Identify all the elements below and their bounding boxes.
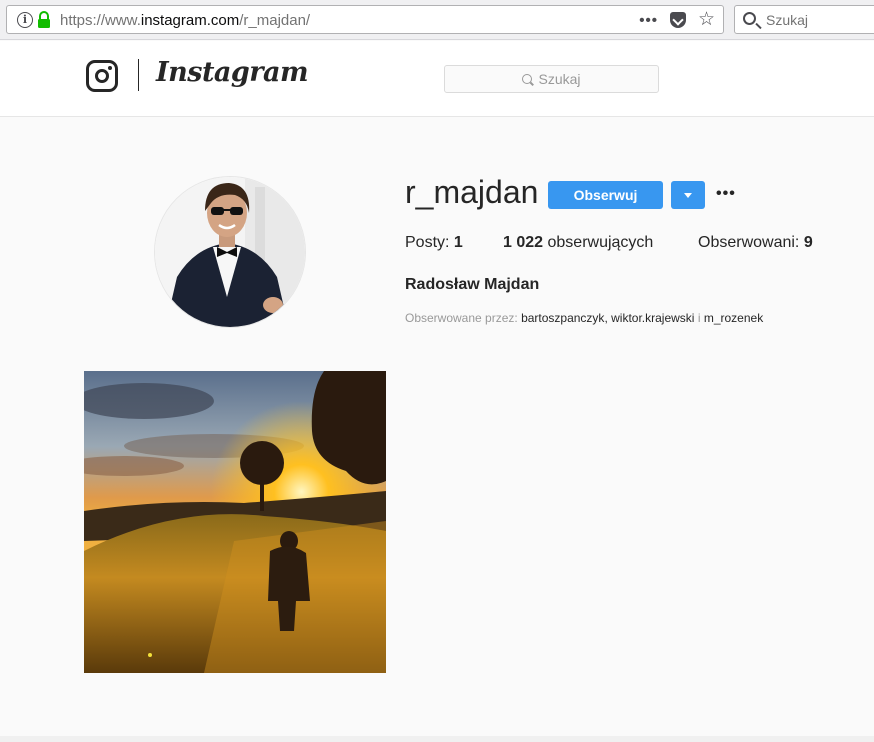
followed-by-user-link[interactable]: m_rozenek [704, 311, 763, 325]
lock-icon [38, 11, 50, 28]
instagram-search-input[interactable]: Szukaj [444, 65, 659, 93]
posts-count: 1 [453, 234, 463, 251]
profile-avatar[interactable] [154, 176, 306, 328]
address-bar[interactable]: i https://www.instagram.com/r_majdan/ ••… [6, 5, 724, 34]
avatar-photo [155, 177, 305, 327]
followed-by-user-link[interactable]: wiktor.krajewski [611, 311, 694, 325]
following-count: 9 [803, 234, 813, 251]
instagram-header: Instagram Szukaj [0, 41, 874, 117]
more-dots-icon[interactable]: ••• [639, 12, 658, 29]
more-options-icon[interactable]: ••• [716, 185, 736, 203]
stat-following[interactable]: Obserwowani: 9 [698, 234, 813, 252]
profile-full-name: Radosław Majdan [405, 276, 540, 293]
post-thumbnail[interactable] [84, 371, 386, 673]
camera-icon[interactable] [86, 60, 118, 92]
info-icon[interactable]: i [17, 12, 33, 28]
followed-by-separator: , [604, 311, 608, 325]
chevron-down-icon[interactable] [671, 181, 705, 209]
url-prefix: https://www. [60, 12, 141, 29]
followers-count: 1 022 [503, 234, 544, 251]
bookmark-star-icon[interactable]: ☆ [698, 10, 715, 29]
logo-divider [138, 59, 139, 91]
browser-search-placeholder: Szukaj [766, 12, 809, 28]
followed-by: Obserwowane przez: bartoszpanczyk, wikto… [405, 311, 763, 325]
followed-by-separator: i [697, 311, 701, 325]
post-photo [84, 371, 386, 673]
profile-username: r_majdan [405, 174, 539, 210]
url-path: /r_majdan/ [239, 12, 311, 29]
page-actions: ••• ☆ [639, 9, 715, 31]
pocket-icon[interactable] [669, 12, 686, 28]
url-host: instagram.com [140, 12, 240, 29]
url-text[interactable]: https://www.instagram.com/r_majdan/ [60, 12, 310, 29]
search-icon [522, 74, 533, 84]
browser-search-box[interactable]: Szukaj [734, 5, 874, 34]
followed-by-user-link[interactable]: bartoszpanczyk [521, 311, 604, 325]
bottom-divider [0, 736, 874, 742]
following-label: Obserwowani: [698, 234, 800, 251]
followed-by-prefix: Obserwowane przez: [405, 311, 518, 325]
posts-label: Posty: [405, 234, 450, 251]
search-icon [743, 12, 756, 25]
follow-button[interactable]: Obserwuj [548, 181, 663, 209]
instagram-wordmark[interactable]: Instagram [156, 57, 309, 88]
stat-posts: Posty: 1 [405, 234, 463, 252]
browser-toolbar: i https://www.instagram.com/r_majdan/ ••… [0, 0, 874, 40]
stat-followers[interactable]: 1 022 obserwujących [503, 234, 653, 252]
followers-label: obserwujących [547, 234, 654, 251]
search-placeholder: Szukaj [538, 71, 581, 87]
